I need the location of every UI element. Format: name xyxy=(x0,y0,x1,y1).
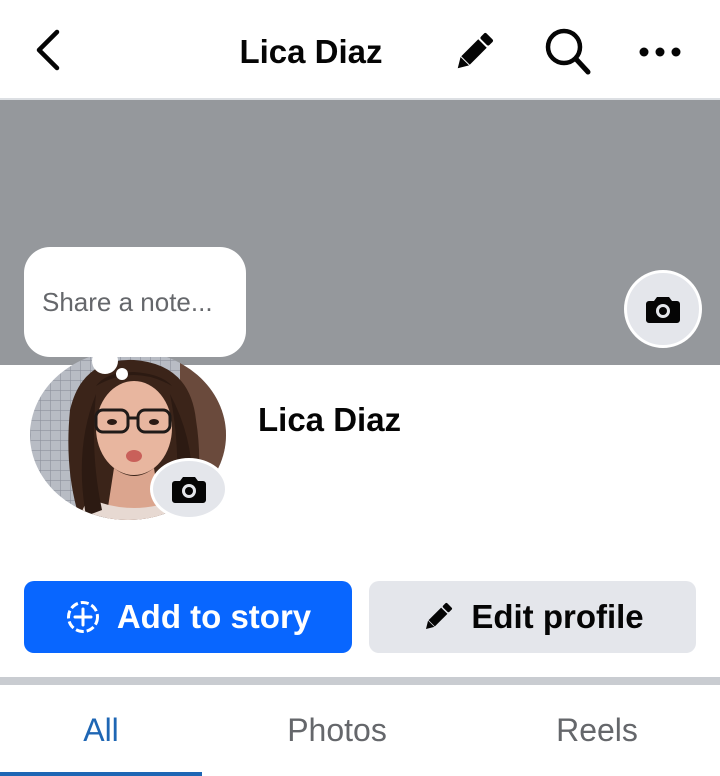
chevron-left-icon xyxy=(36,29,60,71)
note-placeholder: Share a note... xyxy=(42,286,213,317)
edit-profile-label: Edit profile xyxy=(471,598,644,635)
more-horizontal-icon xyxy=(639,47,681,57)
note-bubble-tail-dot xyxy=(116,368,128,380)
camera-icon xyxy=(172,477,206,503)
active-tab-indicator xyxy=(0,772,202,776)
add-to-story-label: Add to story xyxy=(116,598,312,635)
edit-button[interactable] xyxy=(446,26,502,78)
avatar-camera-button[interactable] xyxy=(150,458,228,520)
tab-reels[interactable]: Reels xyxy=(496,685,698,776)
edit-profile-button[interactable]: Edit profile xyxy=(369,581,696,653)
cover-camera-button[interactable] xyxy=(624,270,702,348)
note-bubble-tail xyxy=(92,348,118,374)
plus-circle-icon xyxy=(65,599,101,635)
camera-icon xyxy=(646,297,680,323)
pencil-icon xyxy=(457,33,493,69)
top-header: Lica Diaz xyxy=(0,0,720,100)
share-note-bubble[interactable]: Share a note... xyxy=(24,247,246,357)
tab-all[interactable]: All xyxy=(0,685,202,776)
profile-name: Lica Diaz xyxy=(258,401,402,438)
page-title: Lica Diaz xyxy=(239,33,383,70)
profile-tabs: All Photos Reels xyxy=(0,685,720,776)
more-button[interactable] xyxy=(632,28,688,76)
add-to-story-button[interactable]: Add to story xyxy=(24,581,352,653)
section-divider xyxy=(0,677,720,685)
back-button[interactable] xyxy=(22,24,74,76)
tab-photos[interactable]: Photos xyxy=(236,685,438,776)
search-button[interactable] xyxy=(538,24,598,80)
profile-page: Lica Diaz Share a note... Lica Diaz Add … xyxy=(0,0,720,776)
pencil-icon xyxy=(421,600,455,634)
search-icon xyxy=(545,28,591,75)
